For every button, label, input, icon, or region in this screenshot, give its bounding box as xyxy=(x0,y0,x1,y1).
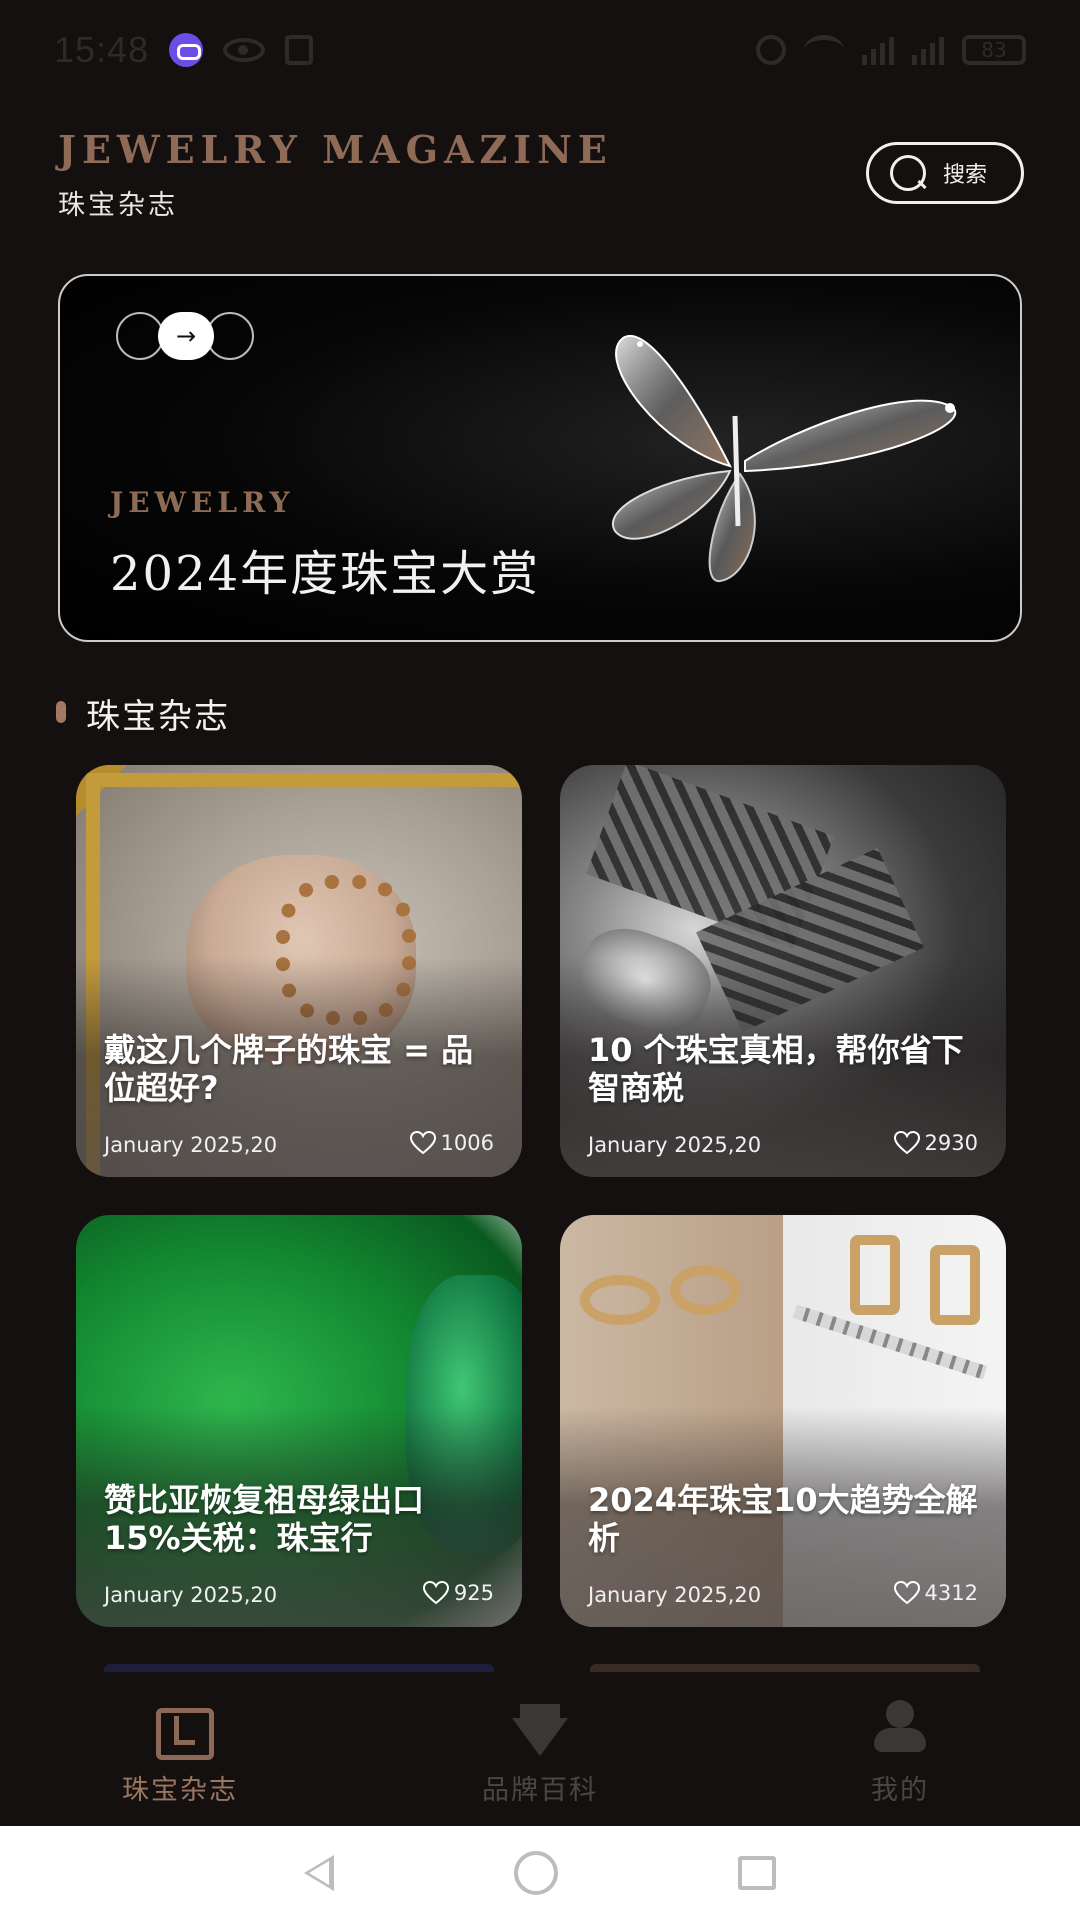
nav-item-profile[interactable]: 我的 xyxy=(720,1672,1080,1826)
signal-icon xyxy=(912,35,944,65)
signal-4g-icon xyxy=(862,35,894,65)
section-title: 珠宝杂志 xyxy=(86,697,230,737)
back-icon[interactable] xyxy=(304,1855,334,1891)
search-label: 搜索 xyxy=(943,163,988,188)
nav-item-brands[interactable]: 品牌百科 xyxy=(360,1672,720,1826)
banner-kicker: JEWELRY xyxy=(110,486,295,519)
magazine-icon xyxy=(150,1698,214,1760)
heart-icon xyxy=(422,1581,449,1605)
article-card[interactable]: 戴这几个牌子的珠宝 = 品位超好? January 2025,20 1006 xyxy=(76,765,522,1177)
article-card[interactable]: 赞比亚恢复祖母绿出口15%关税：珠宝行 January 2025,20 925 xyxy=(76,1215,522,1627)
status-bar: 15:48 83 xyxy=(0,0,1080,100)
nav-label: 我的 xyxy=(871,1775,929,1806)
header-title-cn: 珠宝杂志 xyxy=(58,190,178,221)
toggle-ring-left xyxy=(116,312,164,360)
nav-label: 珠宝杂志 xyxy=(122,1775,238,1806)
battery-icon: 83 xyxy=(962,35,1026,65)
nav-item-magazine[interactable]: 珠宝杂志 xyxy=(0,1672,360,1826)
section-marker xyxy=(56,701,66,723)
likes-count: 1006 xyxy=(440,1131,494,1155)
nfc-icon xyxy=(285,35,314,65)
article-date: January 2025,20 xyxy=(588,1583,762,1607)
search-button[interactable]: 搜索 xyxy=(866,142,1024,204)
banner-title: 2024年度珠宝大赏 xyxy=(110,546,541,602)
diamond-icon xyxy=(510,1698,570,1756)
heart-icon xyxy=(893,1131,920,1155)
article-date: January 2025,20 xyxy=(104,1133,278,1157)
butterfly-image xyxy=(612,334,957,582)
likes-count: 4312 xyxy=(924,1581,978,1605)
article-date: January 2025,20 xyxy=(104,1583,278,1607)
article-card[interactable]: 10 个珠宝真相，帮你省下智商税 January 2025,20 2930 xyxy=(560,765,1006,1177)
article-likes[interactable]: 925 xyxy=(422,1581,494,1605)
article-likes[interactable]: 2930 xyxy=(893,1131,978,1155)
article-likes[interactable]: 1006 xyxy=(409,1131,494,1155)
article-card[interactable]: 2024年珠宝10大趋势全解析 January 2025,20 4312 xyxy=(560,1215,1006,1627)
featured-banner[interactable]: → JEWELRY 2024年度珠宝大赏 xyxy=(58,274,1022,642)
article-likes[interactable]: 4312 xyxy=(893,1581,978,1605)
recent-apps-icon[interactable] xyxy=(738,1856,776,1890)
article-title: 10 个珠宝真相，帮你省下智商税 xyxy=(588,1031,964,1107)
home-icon[interactable] xyxy=(514,1851,558,1895)
banner-toggle[interactable]: → xyxy=(116,312,254,360)
bottom-nav: 珠宝杂志 品牌百科 我的 xyxy=(0,1672,1080,1826)
article-title: 2024年珠宝10大趋势全解析 xyxy=(588,1481,978,1557)
system-nav-bar xyxy=(0,1826,1080,1920)
heart-icon xyxy=(409,1131,436,1155)
user-icon xyxy=(870,1698,930,1754)
article-date: January 2025,20 xyxy=(588,1133,762,1157)
likes-count: 2930 xyxy=(924,1131,978,1155)
header-title-en: JEWELRY MAGAZINE xyxy=(58,127,613,172)
status-left: 15:48 xyxy=(54,29,314,71)
status-time: 15:48 xyxy=(54,29,150,70)
heart-icon xyxy=(893,1581,920,1605)
arrow-right-icon: → xyxy=(158,312,214,360)
app-notification-icon xyxy=(169,33,204,67)
eye-icon xyxy=(223,38,266,62)
article-title: 戴这几个牌子的珠宝 = 品位超好? xyxy=(104,1031,474,1107)
likes-count: 925 xyxy=(453,1581,494,1605)
wifi-icon xyxy=(804,35,844,65)
search-icon xyxy=(889,153,929,193)
article-title: 赞比亚恢复祖母绿出口15%关税：珠宝行 xyxy=(104,1481,425,1557)
nav-label: 品牌百科 xyxy=(482,1775,598,1806)
alarm-icon xyxy=(756,35,786,65)
status-right: 83 xyxy=(756,35,1026,65)
